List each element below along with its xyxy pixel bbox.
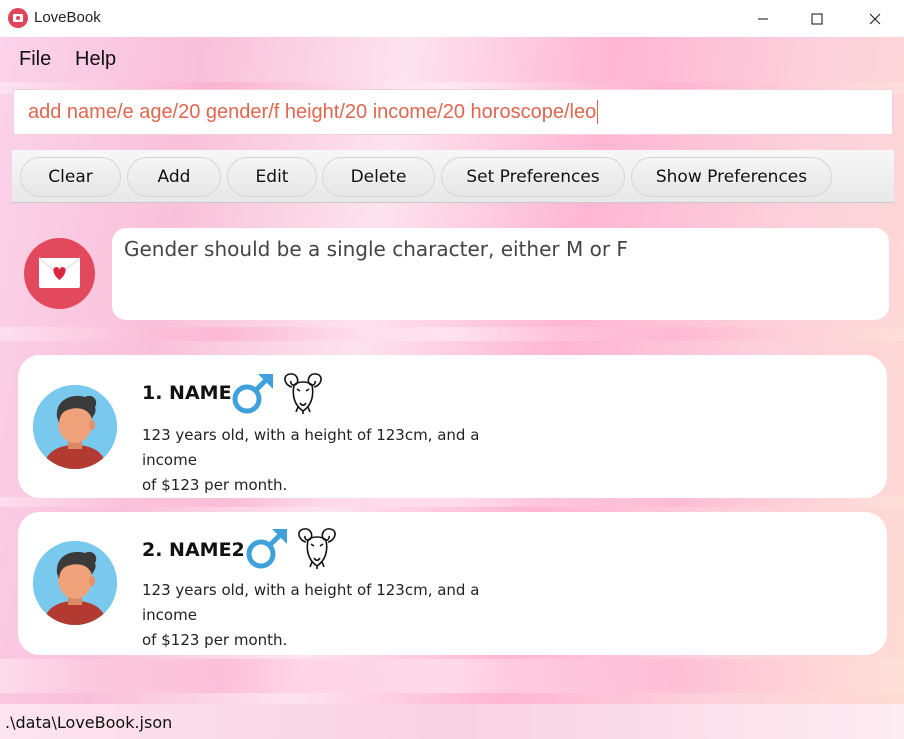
add-button[interactable]: Add xyxy=(127,157,221,197)
person-description-line: 123 years old, with a height of 123cm, a… xyxy=(142,426,480,469)
male-icon xyxy=(232,374,273,414)
person-description-line: 123 years old, with a height of 123cm, a… xyxy=(142,581,480,624)
result-message: Gender should be a single character, eit… xyxy=(124,237,628,261)
edit-button[interactable]: Edit xyxy=(227,157,317,197)
close-icon xyxy=(869,13,881,24)
avatar xyxy=(33,385,117,469)
person-description: 123 years old, with a height of 123cm, a… xyxy=(142,578,522,653)
minimize-icon xyxy=(758,18,768,19)
window-title: LoveBook xyxy=(34,9,101,26)
maximize-icon xyxy=(811,13,823,24)
delete-button[interactable]: Delete xyxy=(322,157,435,197)
close-button[interactable] xyxy=(852,0,898,37)
aries-ram-icon xyxy=(298,528,336,569)
background-streak xyxy=(0,497,904,507)
menu-file[interactable]: File xyxy=(19,48,51,71)
aries-ram-icon xyxy=(284,373,322,414)
background-streak xyxy=(0,659,904,693)
show-preferences-button[interactable]: Show Preferences xyxy=(631,157,832,197)
person-description: 123 years old, with a height of 123cm, a… xyxy=(142,423,522,498)
envelope-heart-icon xyxy=(24,238,95,309)
person-card[interactable]: 1. NAME 123 years old, with a height of … xyxy=(18,355,887,498)
set-preferences-button[interactable]: Set Preferences xyxy=(441,157,625,197)
background-streak xyxy=(0,327,904,341)
person-description-line: of $123 per month. xyxy=(142,631,288,649)
minimize-button[interactable] xyxy=(740,0,786,37)
maximize-button[interactable] xyxy=(794,0,840,37)
command-input-text: add name/e age/20 gender/f height/20 inc… xyxy=(28,100,597,123)
result-display: Gender should be a single character, eit… xyxy=(112,228,889,320)
menu-help[interactable]: Help xyxy=(75,48,116,71)
person-name: 2. NAME2 xyxy=(142,539,245,561)
command-input[interactable]: add name/e age/20 gender/f height/20 inc… xyxy=(13,89,893,135)
person-description-line: of $123 per month. xyxy=(142,476,288,494)
person-card[interactable]: 2. NAME2 123 years old, with a height of… xyxy=(18,512,887,655)
text-caret xyxy=(597,100,599,124)
save-file-path: .\data\LoveBook.json xyxy=(5,713,173,732)
toolbar: Clear Add Edit Delete Set Preferences Sh… xyxy=(12,150,894,203)
menu-bar: File Help xyxy=(0,37,904,81)
status-bar: .\data\LoveBook.json xyxy=(0,704,904,739)
person-name: 1. NAME xyxy=(142,382,232,404)
avatar xyxy=(33,541,117,625)
app-logo-icon xyxy=(8,8,28,28)
male-icon xyxy=(246,529,287,569)
clear-button[interactable]: Clear xyxy=(20,157,121,197)
title-bar: LoveBook xyxy=(0,0,904,37)
